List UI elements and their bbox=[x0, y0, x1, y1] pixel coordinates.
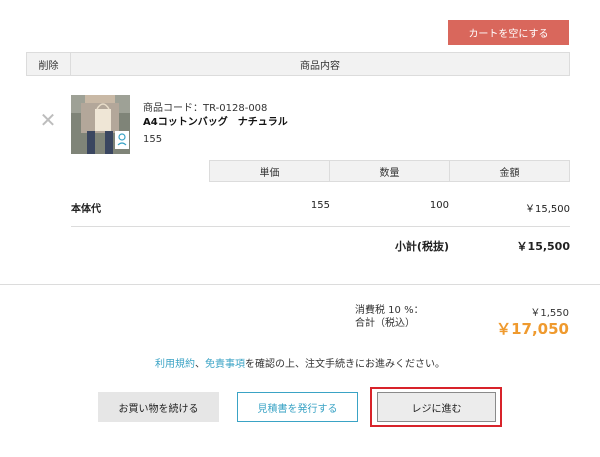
continue-shopping-button[interactable]: お買い物を続ける bbox=[98, 392, 219, 422]
body-unit-price: 155 bbox=[310, 200, 330, 211]
notice-separator: 、 bbox=[195, 359, 205, 370]
delete-column-header: 削除 bbox=[27, 53, 71, 75]
product-image bbox=[71, 95, 130, 154]
remove-item-button[interactable]: ✕ bbox=[38, 110, 58, 130]
close-icon: ✕ bbox=[39, 108, 57, 132]
checkout-notice: 利用規約、免責事項を確認の上、注文手続きにお進みください。 bbox=[0, 355, 600, 370]
empty-cart-button[interactable]: カートを空にする bbox=[448, 20, 569, 45]
product-info: 商品コード：TR-0128-008 A4コットンバッグ ナチュラル 155 bbox=[143, 102, 288, 147]
disclaimer-link[interactable]: 免責事項 bbox=[205, 359, 245, 370]
total-value: ￥17,050 bbox=[496, 320, 569, 338]
cart-page: カートを空にする 削除 商品内容 ✕ 商品コード：TR-0128-008 A4コ… bbox=[0, 0, 600, 457]
body-quantity: 100 bbox=[429, 200, 449, 211]
product-quantity: 155 bbox=[143, 134, 163, 145]
total-label: 合計（税込） bbox=[355, 318, 415, 329]
divider bbox=[71, 226, 570, 227]
notice-text: を確認の上、注文手続きにお進みください。 bbox=[245, 359, 445, 370]
amount-header: 金額 bbox=[449, 161, 569, 181]
tote-bag-photo bbox=[71, 95, 130, 154]
product-code: 商品コード：TR-0128-008 bbox=[143, 103, 268, 114]
tax-label: 消費税 10 %： bbox=[355, 305, 424, 316]
totals-labels: 消費税 10 %： 合計（税込） bbox=[355, 304, 424, 330]
quantity-header: 数量 bbox=[329, 161, 449, 181]
divider bbox=[0, 284, 600, 285]
product-name: A4コットンバッグ ナチュラル bbox=[143, 117, 288, 128]
tax-value: ￥1,550 bbox=[530, 308, 569, 319]
subtotal-label: 小計(税抜) bbox=[394, 240, 449, 253]
issue-quote-button[interactable]: 見積書を発行する bbox=[237, 392, 358, 422]
price-table-header: 単価 数量 金額 bbox=[209, 160, 570, 182]
body-label: 本体代 bbox=[71, 204, 101, 215]
subtotal-value: ￥15,500 bbox=[516, 240, 570, 253]
body-price-row: 本体代 155 100 ￥15,500 bbox=[71, 200, 570, 216]
unit-price-header: 単価 bbox=[259, 167, 280, 179]
cart-table-header: 削除 商品内容 bbox=[26, 52, 570, 76]
content-column-header: 商品内容 bbox=[300, 60, 340, 72]
body-amount: ￥15,500 bbox=[525, 204, 570, 215]
terms-link[interactable]: 利用規約 bbox=[155, 359, 195, 370]
checkout-button[interactable]: レジに進む bbox=[377, 392, 496, 422]
